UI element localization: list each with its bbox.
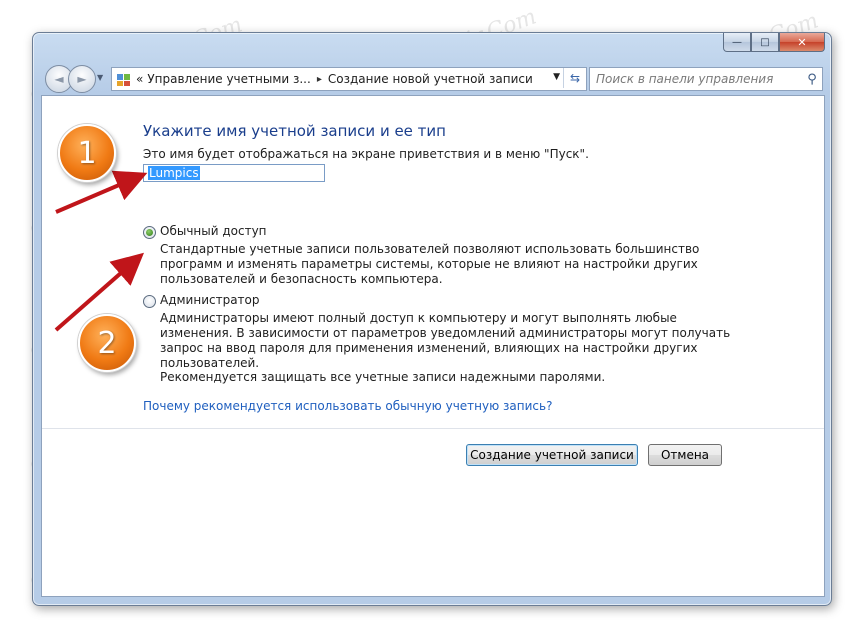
administrator-radio[interactable]: [143, 295, 156, 308]
forward-button[interactable]: ►: [68, 65, 96, 93]
minimize-button[interactable]: —: [723, 33, 751, 52]
breadcrumb-prefix[interactable]: «: [136, 72, 143, 86]
breadcrumb-item-create-account[interactable]: Создание новой учетной записи: [328, 72, 533, 86]
create-account-button[interactable]: Создание учетной записи: [466, 444, 638, 466]
content-pane: Укажите имя учетной записи и ее тип Это …: [41, 95, 825, 597]
control-panel-icon: [117, 74, 130, 86]
address-dropdown-icon[interactable]: ▼: [553, 72, 560, 82]
address-bar[interactable]: « Управление учетными з... ▸ Создание но…: [111, 67, 587, 91]
refresh-icon: ⇆: [569, 71, 581, 85]
standard-user-radio[interactable]: [143, 226, 156, 239]
name-hint: Это имя будет отображаться на экране при…: [143, 147, 589, 161]
close-button[interactable]: ✕: [779, 33, 825, 52]
cancel-button[interactable]: Отмена: [648, 444, 722, 466]
standard-user-label[interactable]: Обычный доступ: [160, 224, 267, 238]
divider: [42, 428, 824, 429]
standard-user-description: Стандартные учетные записи пользователей…: [160, 242, 700, 286]
account-name-value[interactable]: Lumpics: [148, 166, 200, 180]
why-standard-account-link[interactable]: Почему рекомендуется использовать обычну…: [143, 399, 552, 413]
forward-arrow-icon: ►: [77, 72, 87, 86]
annotation-badge-1: 1: [58, 124, 116, 182]
administrator-description: Администраторы имеют полный доступ к ком…: [160, 311, 731, 370]
breadcrumb-separator-icon[interactable]: ▸: [317, 74, 322, 85]
maximize-button[interactable]: □: [751, 33, 779, 52]
search-box[interactable]: Поиск в панели управления ⚲: [589, 67, 823, 91]
recent-pages-chevron-icon[interactable]: ▼: [97, 73, 103, 82]
caption-buttons: — □ ✕: [723, 33, 825, 52]
refresh-button[interactable]: ⇆: [563, 68, 586, 88]
search-icon[interactable]: ⚲: [802, 72, 822, 87]
administrator-label[interactable]: Администратор: [160, 293, 260, 307]
page-title: Укажите имя учетной записи и ее тип: [143, 122, 446, 140]
navigation-bar: ◄ ► ▼ « Управление учетными з... ▸ Созда…: [41, 65, 823, 93]
back-arrow-icon: ◄: [54, 72, 64, 86]
search-input[interactable]: Поиск в панели управления: [590, 72, 802, 86]
control-panel-window: — □ ✕ ◄ ► ▼ « Управление учетными з... ▸…: [32, 32, 832, 606]
password-recommendation: Рекомендуется защищать все учетные запис…: [160, 370, 606, 384]
annotation-badge-2: 2: [78, 314, 136, 372]
breadcrumb-item-user-accounts[interactable]: Управление учетными з...: [147, 72, 310, 86]
